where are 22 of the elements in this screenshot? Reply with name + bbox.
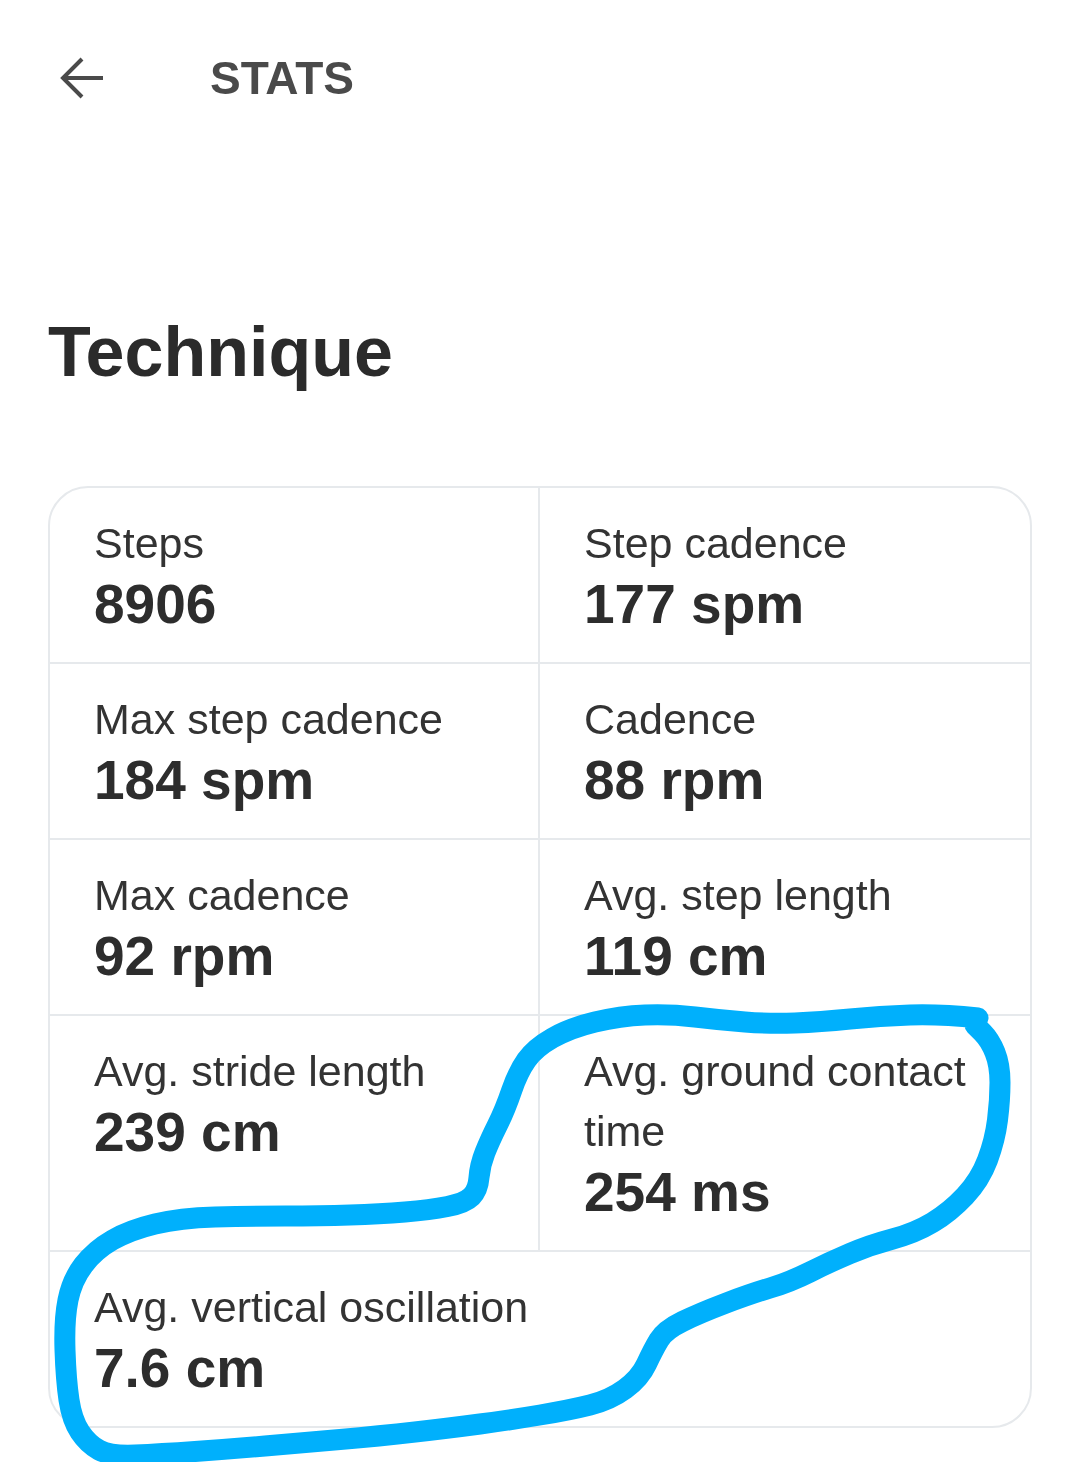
stat-label: Max step cadence: [94, 694, 443, 745]
stat-label: Avg. step length: [584, 870, 892, 921]
back-button[interactable]: [59, 55, 105, 101]
stat-label: Steps: [94, 518, 204, 569]
stat-value: 7.6 cm: [94, 1337, 266, 1399]
stat-label: Avg. vertical oscillation: [94, 1282, 529, 1333]
stat-label: Max cadence: [94, 870, 350, 921]
screen-title: STATS: [210, 55, 354, 101]
stat-label: Avg. ground contact time: [584, 1046, 967, 1157]
stat-value: 184 spm: [94, 749, 315, 811]
stat-value: 254 ms: [584, 1161, 771, 1223]
stat-label: Avg. stride length: [94, 1046, 426, 1097]
stat-value: 119 cm: [584, 925, 768, 987]
stat-value: 8906: [94, 573, 217, 635]
stat-value: 92 rpm: [94, 925, 275, 987]
stat-label: Step cadence: [584, 518, 847, 569]
stat-label: Cadence: [584, 694, 757, 745]
stat-value: 88 rpm: [584, 749, 765, 811]
section-title: Technique: [48, 312, 393, 393]
stat-value: 239 cm: [94, 1101, 281, 1163]
arrow-left-icon: [59, 55, 105, 101]
stat-value: 177 spm: [584, 573, 805, 635]
